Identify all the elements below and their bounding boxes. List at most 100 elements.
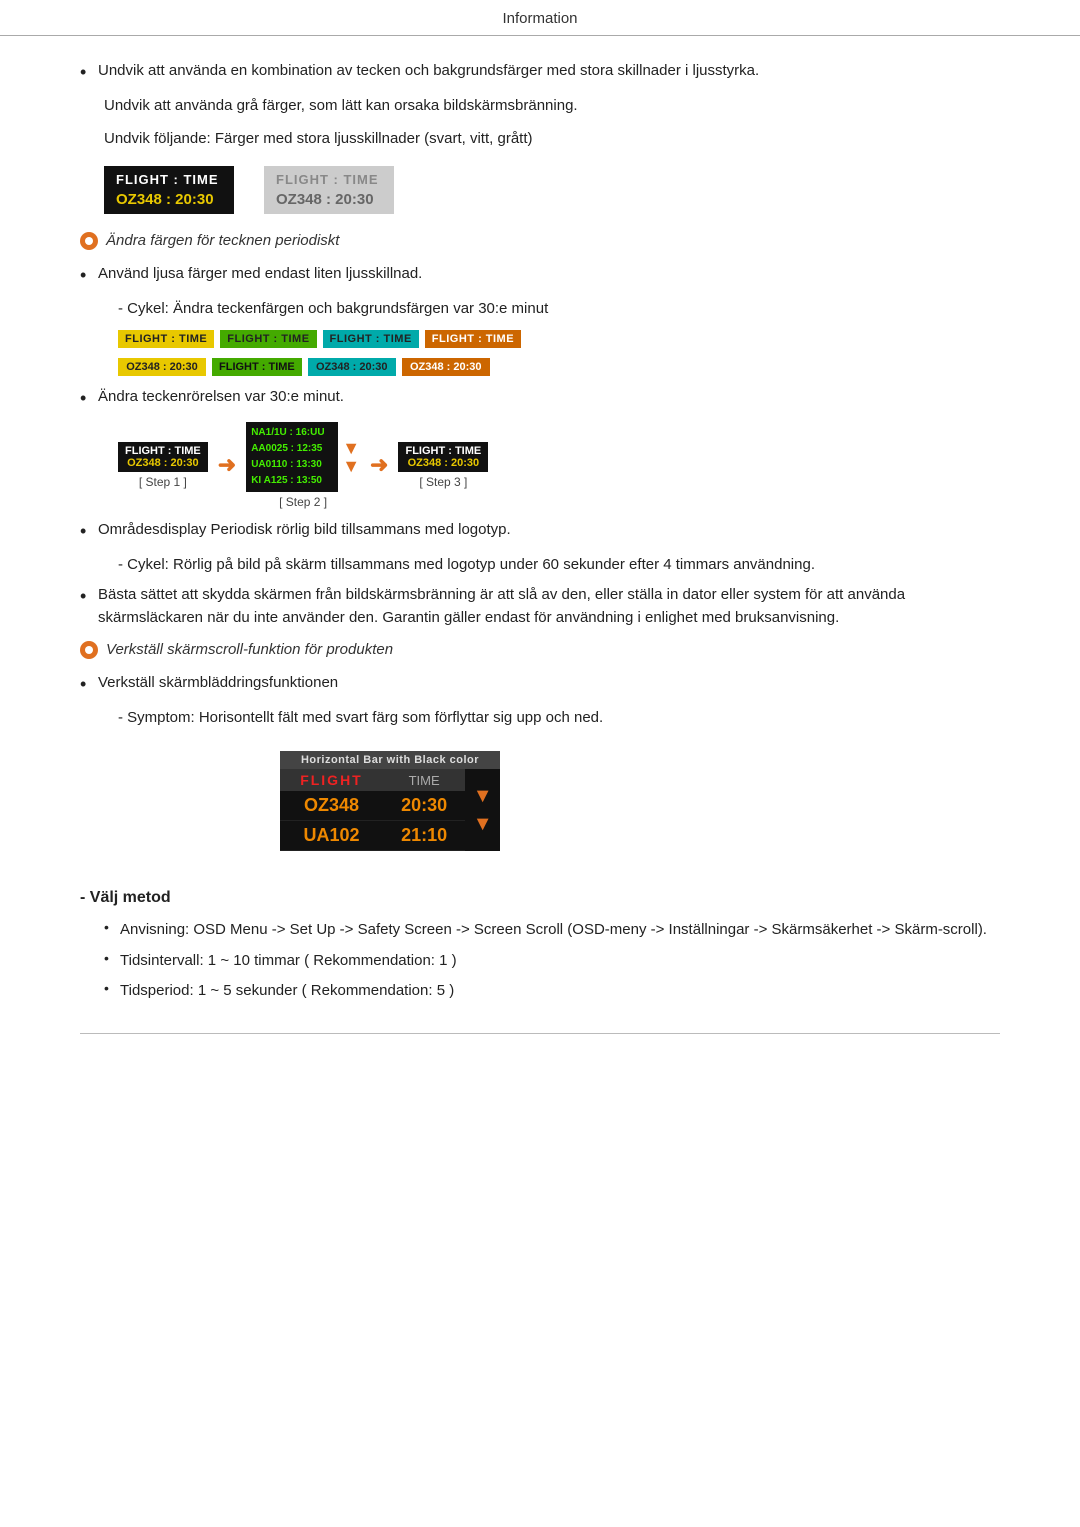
hbar-col1-header: FLIGHT	[280, 769, 383, 791]
bullet-dot-5: •	[80, 584, 98, 609]
valj-header: - Välj metod	[80, 889, 1000, 907]
flight-box-grey: FLIGHT : TIME OZ348 : 20:30	[264, 166, 394, 214]
sub-bullet-dot-1: •	[104, 919, 120, 935]
hbar-r1-c2: 20:30	[383, 791, 465, 821]
step-1-row1: FLIGHT : TIME	[125, 445, 201, 457]
cycle-value-row: OZ348 : 20:30 FLIGHT : TIME OZ348 : 20:3…	[118, 358, 1000, 376]
cycle-box-3-header: FLIGHT : TIME	[323, 330, 419, 348]
bullet-item-6: • Verkställ skärmbläddringsfunktionen	[80, 672, 1000, 697]
step-3-container: FLIGHT : TIME OZ348 : 20:30 [ Step 3 ]	[398, 442, 488, 489]
page-title: Information	[502, 10, 577, 27]
cycle-val-3: OZ348 : 20:30	[308, 358, 396, 376]
step-1-container: FLIGHT : TIME OZ348 : 20:30 [ Step 1 ]	[118, 442, 208, 489]
bullet-text-1: Undvik att använda en kombination av tec…	[98, 60, 759, 83]
step-2-row4: KI A125 : 13:50	[251, 473, 333, 489]
bullet-text-3: Ändra teckenrörelsen var 30:e minut.	[98, 386, 344, 409]
sub-bullet-3: • Tidsperiod: 1 ~ 5 sekunder ( Rekommend…	[104, 980, 1000, 1003]
arrow-right-2: ➜	[370, 452, 388, 478]
hbar-column-headers: FLIGHT TIME ▼ ▼	[280, 769, 500, 791]
hbar-scroll-col: ▼ ▼	[465, 769, 500, 851]
sub-para-1: Undvik att använda grå färger, som lätt …	[104, 95, 1000, 118]
orange-bullet-2: Verkställ skärmscroll-funktion för produ…	[80, 639, 1000, 662]
step-1-row2: OZ348 : 20:30	[125, 457, 201, 469]
arrow-down-1: ▼	[342, 439, 360, 457]
hbar-col2-header: TIME	[383, 769, 465, 791]
bullet-dot-1: •	[80, 60, 98, 85]
bullet-item-1: • Undvik att använda en kombination av t…	[80, 60, 1000, 85]
hbar-title: Horizontal Bar with Black color	[280, 751, 500, 769]
step-3-row2: OZ348 : 20:30	[405, 457, 481, 469]
bullet-text-4: Områdesdisplay Periodisk rörlig bild til…	[98, 519, 511, 542]
sub-bullet-text-1: Anvisning: OSD Menu -> Set Up -> Safety …	[120, 919, 987, 942]
cycle-box-1-header: FLIGHT : TIME	[118, 330, 214, 348]
bullet-text-2: Använd ljusa färger med endast liten lju…	[98, 263, 422, 286]
flight-box-dark: FLIGHT : TIME OZ348 : 20:30	[104, 166, 234, 214]
indent-dash-3-text: - Symptom: Horisontellt fält med svart f…	[118, 709, 603, 726]
flight-box-dark-row1: FLIGHT : TIME	[116, 172, 222, 187]
step-2-row2: AA0025 : 12:35	[251, 441, 333, 457]
hbar-r2-c2: 21:10	[383, 821, 465, 851]
step-3-label: [ Step 3 ]	[419, 475, 467, 489]
indent-dash-3: - Symptom: Horisontellt fält med svart f…	[118, 707, 1000, 730]
bullet-item-2: • Använd ljusa färger med endast liten l…	[80, 263, 1000, 288]
flight-examples: FLIGHT : TIME OZ348 : 20:30 FLIGHT : TIM…	[104, 166, 1000, 214]
hbar-title-row: Horizontal Bar with Black color	[280, 751, 500, 769]
sub-bullet-text-3: Tidsperiod: 1 ~ 5 sekunder ( Rekommendat…	[120, 980, 454, 1003]
bullet-dot-2: •	[80, 263, 98, 288]
sub-bullet-text-2: Tidsintervall: 1 ~ 10 timmar ( Rekommend…	[120, 950, 457, 973]
flight-box-dark-row2: OZ348 : 20:30	[116, 191, 222, 208]
indent-dash-2: - Cykel: Rörlig på bild på skärm tillsam…	[118, 554, 1000, 577]
indent-dash-2-text: - Cykel: Rörlig på bild på skärm tillsam…	[118, 556, 815, 573]
sub-bullet-1: • Anvisning: OSD Menu -> Set Up -> Safet…	[104, 919, 1000, 942]
bullet-item-5: • Bästa sättet att skydda skärmen från b…	[80, 584, 1000, 629]
bottom-divider	[80, 1033, 1000, 1034]
orange-circle-icon-2	[80, 641, 98, 659]
step-1-label: [ Step 1 ]	[139, 475, 187, 489]
orange-label-1: Ändra färgen för tecknen periodiskt	[106, 230, 339, 253]
bullet-dot-3: •	[80, 386, 98, 411]
bullet-item-4: • Områdesdisplay Periodisk rörlig bild t…	[80, 519, 1000, 544]
bullet-dot-4: •	[80, 519, 98, 544]
hbar-container: Horizontal Bar with Black color FLIGHT T…	[280, 751, 500, 851]
arrow-down-2: ▼	[342, 457, 360, 475]
cycle-val-1: OZ348 : 20:30	[118, 358, 206, 376]
cycle-box-2-header: FLIGHT : TIME	[220, 330, 316, 348]
sub-bullet-dot-3: •	[104, 980, 120, 996]
orange-bullet-1: Ändra färgen för tecknen periodiskt	[80, 230, 1000, 253]
sub-para-1-text: Undvik att använda grå färger, som lätt …	[104, 97, 578, 114]
sub-para-2-text: Undvik följande: Färger med stora ljussk…	[104, 130, 533, 147]
sub-para-2: Undvik följande: Färger med stora ljussk…	[104, 128, 1000, 151]
bullet-text-5: Bästa sättet att skydda skärmen från bil…	[98, 584, 1000, 629]
step-2-row1: NA1/1U : 16:UU	[251, 425, 333, 441]
cycle-header-row: FLIGHT : TIME FLIGHT : TIME FLIGHT : TIM…	[118, 330, 1000, 348]
hbar-r2-c1: UA102	[280, 821, 383, 851]
hbar-r1-c1: OZ348	[280, 791, 383, 821]
hbar-scroll-indicator: ▼ ▼	[469, 786, 496, 834]
cycle-val-2: FLIGHT : TIME	[212, 358, 302, 376]
cycle-val-4: OZ348 : 20:30	[402, 358, 490, 376]
hbar-table: Horizontal Bar with Black color FLIGHT T…	[280, 751, 500, 851]
flight-box-grey-row2: OZ348 : 20:30	[276, 191, 382, 208]
main-content: • Undvik att använda en kombination av t…	[0, 36, 1080, 1074]
step-2-label: [ Step 2 ]	[279, 495, 327, 509]
orange-circle-icon-1	[80, 232, 98, 250]
sub-bullet-dot-2: •	[104, 950, 120, 966]
step-3-row1: FLIGHT : TIME	[405, 445, 481, 457]
page-header: Information	[0, 0, 1080, 36]
steps-row: FLIGHT : TIME OZ348 : 20:30 [ Step 1 ] ➜…	[118, 422, 1000, 509]
indent-dash-1-text: - Cykel: Ändra teckenfärgen och bakgrund…	[118, 300, 548, 317]
arrow-right-1: ➜	[218, 452, 236, 478]
flight-box-grey-row1: FLIGHT : TIME	[276, 172, 382, 187]
sub-bullet-2: • Tidsintervall: 1 ~ 10 timmar ( Rekomme…	[104, 950, 1000, 973]
hbar-arrow-down-2: ▼	[473, 814, 493, 834]
step-2-box: NA1/1U : 16:UU AA0025 : 12:35 UA0110 : 1…	[246, 422, 338, 492]
arrows-down: ▼ ▼	[342, 439, 360, 475]
step-3-box: FLIGHT : TIME OZ348 : 20:30	[398, 442, 488, 472]
indent-dash-1: - Cykel: Ändra teckenfärgen och bakgrund…	[118, 298, 1000, 321]
orange-label-2: Verkställ skärmscroll-funktion för produ…	[106, 639, 393, 662]
cycle-box-4-header: FLIGHT : TIME	[425, 330, 521, 348]
bullet-item-3: • Ändra teckenrörelsen var 30:e minut.	[80, 386, 1000, 411]
step-2-container: NA1/1U : 16:UU AA0025 : 12:35 UA0110 : 1…	[246, 422, 360, 509]
bullet-text-6: Verkställ skärmbläddringsfunktionen	[98, 672, 338, 695]
step-2-row3: UA0110 : 13:30	[251, 457, 333, 473]
